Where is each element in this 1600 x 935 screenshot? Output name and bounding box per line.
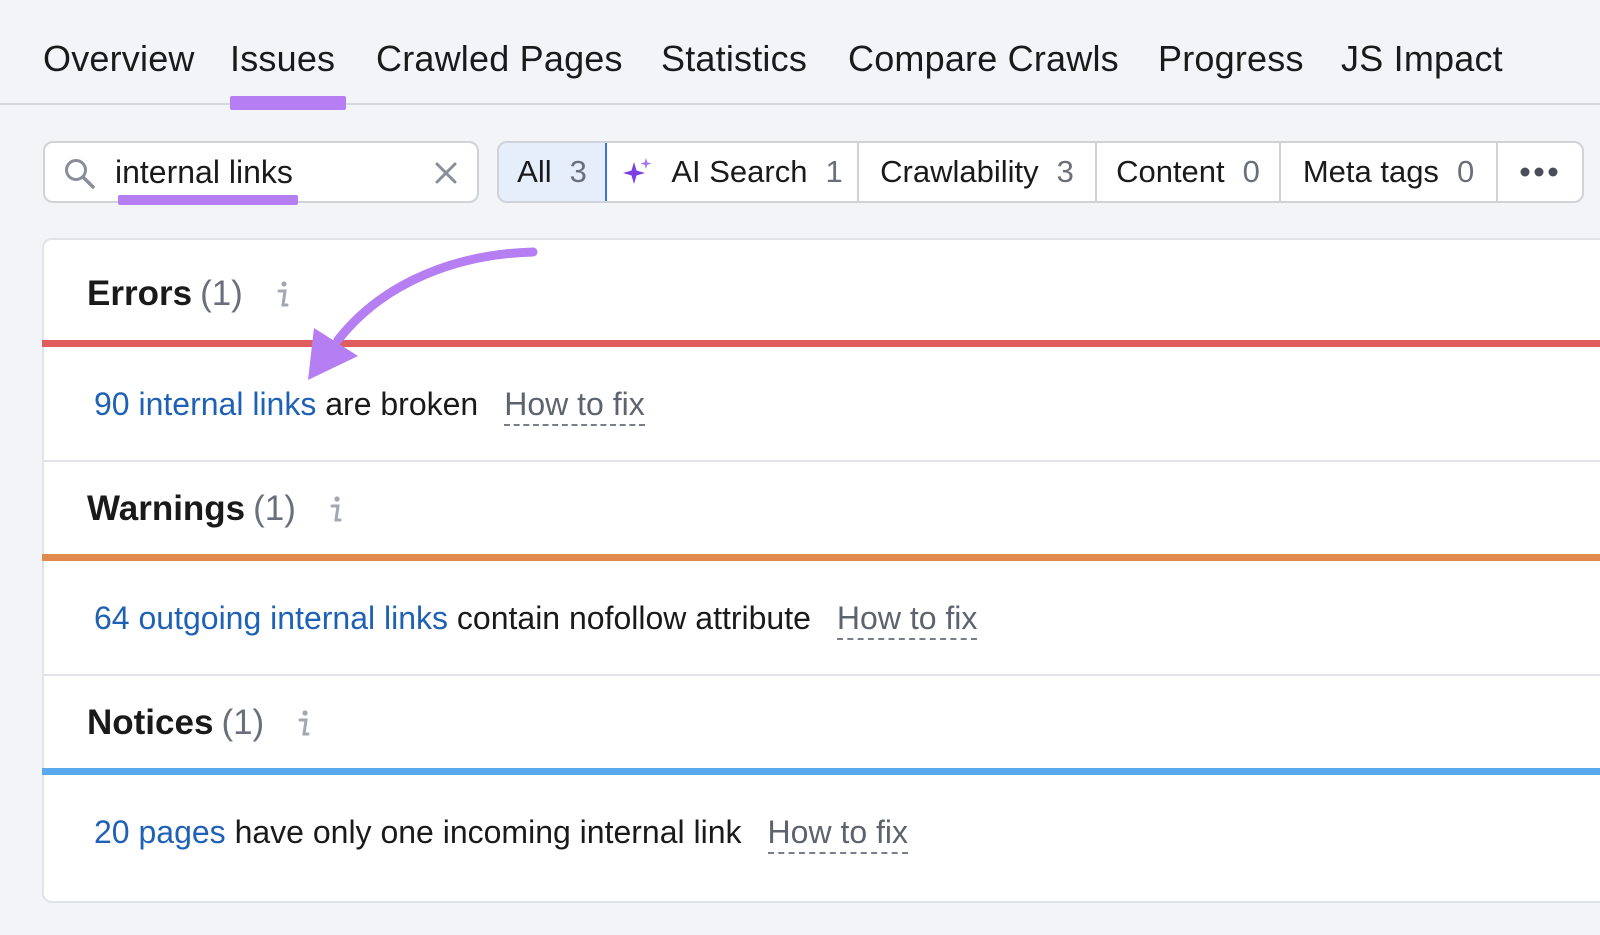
- active-tab-highlight: [230, 96, 346, 110]
- section-divider: [42, 460, 1600, 462]
- filter-count: 3: [1056, 154, 1074, 189]
- top-tab-bar: Overview Issues Crawled Pages Statistics…: [0, 0, 1600, 110]
- section-count: (1): [221, 703, 265, 742]
- filter-count: 0: [1456, 154, 1475, 189]
- notices-color-bar: [42, 768, 1600, 775]
- warnings-heading: Warnings (1): [87, 489, 346, 529]
- tab-overview[interactable]: Overview: [43, 38, 195, 80]
- issue-description: have only one incoming internal link: [225, 814, 742, 850]
- filter-label: Meta tags: [1302, 154, 1439, 189]
- notices-heading: Notices (1): [87, 703, 314, 743]
- filter-ai-search[interactable]: AI Search 1: [607, 143, 859, 201]
- section-divider: [42, 674, 1600, 676]
- filter-label: All: [517, 154, 552, 189]
- tab-statistics[interactable]: Statistics: [661, 38, 807, 80]
- tab-js-impact[interactable]: JS Impact: [1341, 38, 1503, 80]
- tab-crawled-pages[interactable]: Crawled Pages: [376, 38, 623, 80]
- tab-compare-crawls[interactable]: Compare Crawls: [848, 38, 1119, 80]
- issue-row-warnings: 64 outgoing internal links contain nofol…: [94, 600, 978, 640]
- section-title: Warnings: [87, 489, 246, 528]
- filter-all[interactable]: All 3: [499, 143, 607, 201]
- how-to-fix-link[interactable]: How to fix: [836, 600, 978, 640]
- search-icon: [65, 159, 95, 189]
- filter-count: 1: [825, 154, 843, 189]
- how-to-fix-link[interactable]: How to fix: [504, 386, 645, 426]
- info-icon[interactable]: [294, 708, 314, 738]
- section-title: Notices: [87, 703, 214, 742]
- issue-description: contain nofollow attribute: [448, 600, 811, 636]
- issue-description: are broken: [316, 386, 479, 422]
- filter-label: Crawlability: [880, 154, 1039, 189]
- issue-row-notices: 20 pages have only one incoming internal…: [94, 814, 909, 854]
- filter-count: 0: [1242, 154, 1260, 189]
- info-icon[interactable]: [326, 494, 346, 524]
- errors-color-bar: [42, 340, 1600, 347]
- section-title: Errors: [87, 274, 193, 313]
- section-count: (1): [200, 274, 243, 313]
- issue-link[interactable]: 90 internal links: [94, 386, 316, 422]
- issue-link[interactable]: 64 outgoing internal links: [94, 600, 448, 636]
- filter-crawlability[interactable]: Crawlability 3: [859, 143, 1097, 201]
- filter-label: AI Search: [671, 154, 808, 189]
- category-filter-group: All 3 AI Search 1 Crawlability 3 Content…: [497, 141, 1584, 203]
- tab-issues[interactable]: Issues: [230, 38, 335, 80]
- annotation-arrow: [308, 247, 538, 380]
- more-dots-icon: [1520, 167, 1558, 177]
- tab-progress[interactable]: Progress: [1158, 38, 1304, 80]
- errors-heading: Errors (1): [87, 274, 293, 314]
- issues-card: Errors (1) 90 internal links are broken Ho…: [42, 238, 1600, 903]
- search-highlight: [118, 195, 298, 205]
- close-icon[interactable]: [433, 160, 459, 186]
- filter-meta-tags[interactable]: Meta tags 0: [1281, 143, 1498, 201]
- filter-content[interactable]: Content 0: [1097, 143, 1281, 201]
- issue-row-errors: 90 internal links are broken How to fix: [94, 386, 645, 426]
- issues-search-box: [43, 141, 479, 205]
- filter-label: Content: [1116, 154, 1225, 189]
- sparkle-icon: [623, 158, 652, 184]
- filter-count: 3: [569, 154, 587, 189]
- how-to-fix-link[interactable]: How to fix: [767, 814, 909, 854]
- warnings-color-bar: [42, 554, 1600, 561]
- more-filters-button[interactable]: [1498, 143, 1580, 201]
- section-count: (1): [253, 489, 296, 528]
- search-input[interactable]: [115, 151, 415, 193]
- issue-link[interactable]: 20 pages: [94, 814, 226, 850]
